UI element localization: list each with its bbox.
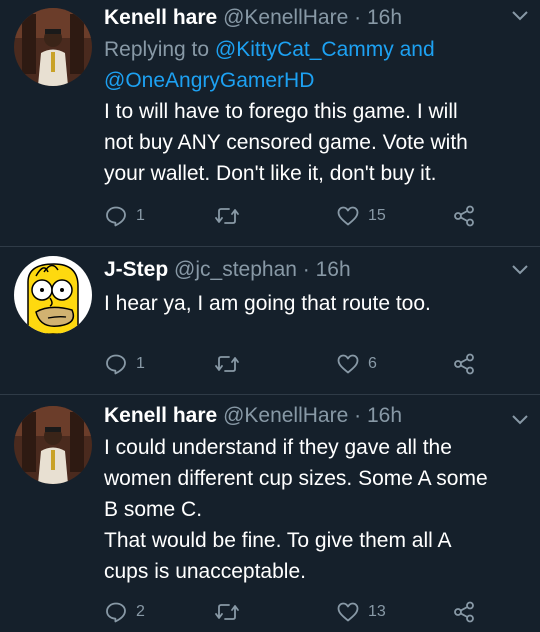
author-name[interactable]: Kenell hare bbox=[104, 6, 217, 29]
reply-and-link[interactable]: and bbox=[400, 38, 435, 61]
tweet-text: I could understand if they gave all the … bbox=[104, 432, 534, 587]
tweet-text-line: That would be fine. To give them all A bbox=[104, 529, 452, 552]
tweet-3[interactable]: Kenell hare @KenellHare · 16h I could un… bbox=[0, 394, 540, 632]
profile-photo-icon bbox=[14, 406, 92, 484]
reply-count: 1 bbox=[136, 207, 145, 224]
share-button[interactable] bbox=[452, 201, 476, 231]
tweet-text-line: not buy ANY censored game. Vote with bbox=[104, 131, 468, 154]
like-count: 13 bbox=[368, 603, 386, 620]
tweet-text: I hear ya, I am going that route too. bbox=[104, 288, 534, 319]
reply-button[interactable]: 1 bbox=[104, 349, 145, 379]
separator-dot: · bbox=[354, 404, 362, 427]
avatar-kenell-hare[interactable] bbox=[14, 406, 92, 484]
separator-dot: · bbox=[302, 258, 310, 281]
retweet-icon bbox=[215, 604, 239, 620]
tweet-1[interactable]: Kenell hare @KenellHare · 16h Replying t… bbox=[0, 0, 540, 246]
share-icon bbox=[454, 353, 474, 375]
tweet-header: Kenell hare @KenellHare · 16h bbox=[104, 402, 500, 430]
chevron-down-icon[interactable] bbox=[510, 6, 530, 26]
share-button[interactable] bbox=[452, 349, 476, 379]
reply-icon bbox=[106, 206, 126, 227]
like-button[interactable]: 6 bbox=[336, 349, 377, 379]
reply-mention-link[interactable]: @OneAngryGamerHD bbox=[104, 69, 314, 92]
like-count: 6 bbox=[368, 355, 377, 372]
reply-button[interactable]: 1 bbox=[104, 201, 145, 231]
reply-icon bbox=[106, 354, 126, 375]
tweet-text-line: I could understand if they gave all the bbox=[104, 436, 452, 459]
reply-button[interactable]: 2 bbox=[104, 597, 145, 627]
like-button[interactable]: 13 bbox=[336, 597, 386, 627]
tweet-text: I to will have to forego this game. I wi… bbox=[104, 96, 534, 189]
retweet-icon bbox=[215, 208, 239, 224]
share-icon bbox=[454, 205, 474, 227]
share-icon bbox=[454, 601, 474, 623]
reply-icon bbox=[106, 602, 126, 623]
retweet-button[interactable] bbox=[214, 201, 240, 231]
like-button[interactable]: 15 bbox=[336, 201, 386, 231]
timestamp[interactable]: 16h bbox=[316, 258, 351, 281]
heart-icon bbox=[337, 602, 359, 622]
tweet-text-line: B some C. bbox=[104, 498, 203, 521]
tweet-text-line: your wallet. Don't like it, don't buy it… bbox=[104, 162, 437, 185]
heart-icon bbox=[337, 206, 359, 226]
tweet-actions: 1 15 bbox=[104, 201, 504, 231]
timestamp[interactable]: 16h bbox=[367, 6, 402, 29]
replying-to: Replying to @KittyCat_Cammy and @OneAngr… bbox=[104, 34, 520, 96]
tweet-text-line: cups is unacceptable. bbox=[104, 560, 306, 583]
share-button[interactable] bbox=[452, 597, 476, 627]
tweet-text-line: I hear ya, I am going that route too. bbox=[104, 292, 431, 315]
reply-count: 1 bbox=[136, 355, 145, 372]
author-name[interactable]: Kenell hare bbox=[104, 404, 217, 427]
author-handle[interactable]: @KenellHare bbox=[223, 404, 348, 427]
author-handle[interactable]: @KenellHare bbox=[223, 6, 348, 29]
chevron-down-icon[interactable] bbox=[510, 410, 530, 430]
cartoon-face-icon bbox=[14, 256, 92, 334]
like-count: 15 bbox=[368, 207, 386, 224]
tweet-header: J-Step @jc_stephan · 16h bbox=[104, 256, 500, 284]
chevron-down-icon[interactable] bbox=[510, 260, 530, 280]
avatar-kenell-hare[interactable] bbox=[14, 8, 92, 86]
separator-dot: · bbox=[354, 6, 362, 29]
retweet-button[interactable] bbox=[214, 597, 240, 627]
reply-mention-link[interactable]: @KittyCat_Cammy bbox=[215, 38, 394, 61]
avatar-j-step[interactable] bbox=[14, 256, 92, 334]
author-handle[interactable]: @jc_stephan bbox=[174, 258, 297, 281]
replying-to-label: Replying to bbox=[104, 38, 210, 61]
tweet-text-line: women different cup sizes. Some A some bbox=[104, 467, 488, 490]
retweet-icon bbox=[215, 356, 239, 372]
tweet-2[interactable]: J-Step @jc_stephan · 16h I hear ya, I am… bbox=[0, 246, 540, 394]
profile-photo-icon bbox=[14, 8, 92, 86]
tweet-text-line: I to will have to forego this game. I wi… bbox=[104, 100, 458, 123]
heart-icon bbox=[337, 354, 359, 374]
retweet-button[interactable] bbox=[214, 349, 240, 379]
timestamp[interactable]: 16h bbox=[367, 404, 402, 427]
reply-count: 2 bbox=[136, 603, 145, 620]
author-name[interactable]: J-Step bbox=[104, 258, 168, 281]
tweet-header: Kenell hare @KenellHare · 16h bbox=[104, 4, 500, 32]
tweet-actions: 2 13 bbox=[104, 597, 504, 627]
tweet-actions: 1 6 bbox=[104, 349, 504, 379]
